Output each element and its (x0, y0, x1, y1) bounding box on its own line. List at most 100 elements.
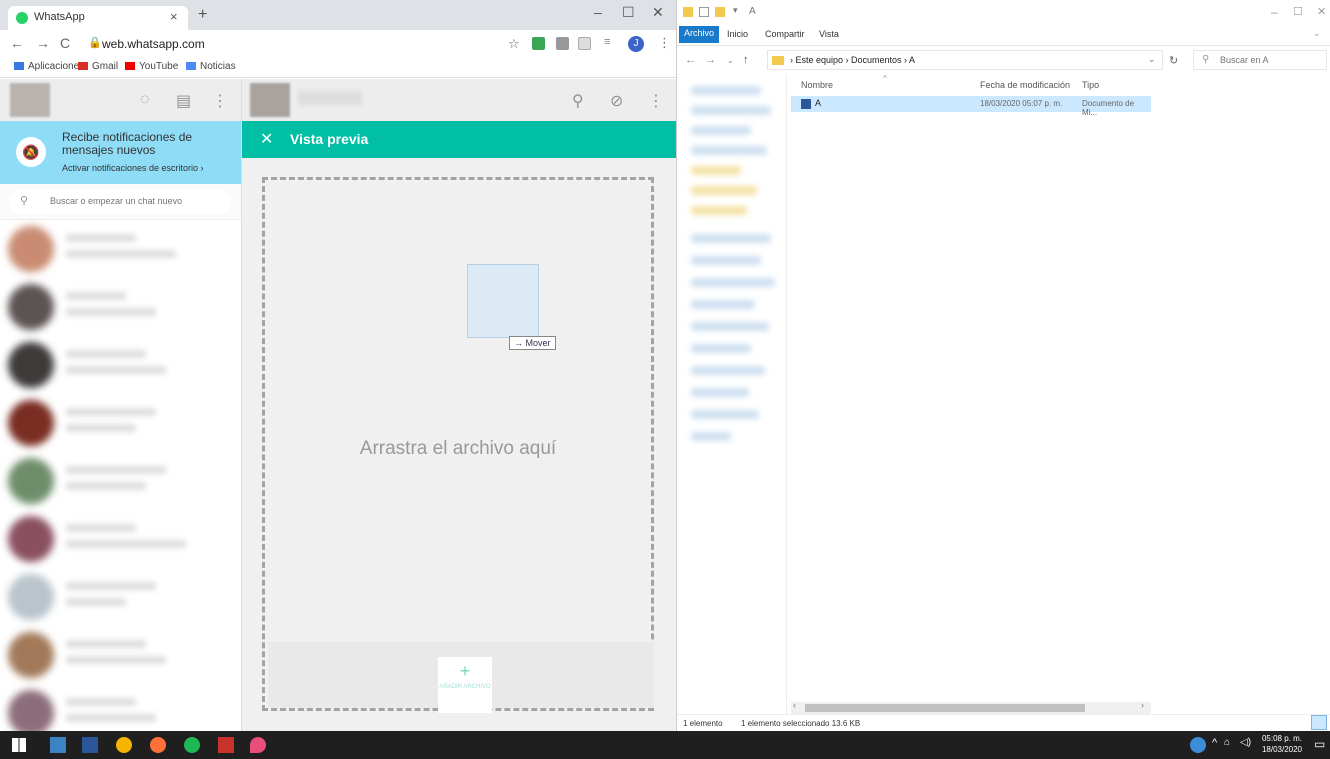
bookmark-gmail[interactable]: Gmail (78, 61, 118, 72)
tab-title: WhatsApp (34, 11, 85, 23)
chat-blur (66, 640, 146, 648)
tab-vista[interactable]: Vista (819, 29, 839, 39)
bookmark-star-icon[interactable]: ☆ (508, 36, 520, 52)
breadcrumb[interactable]: › Este equipo › Documentos › A (790, 55, 915, 65)
close-window-button[interactable]: ✕ (652, 4, 664, 21)
clock-date[interactable]: 18/03/2020 (1256, 745, 1308, 754)
forward-button[interactable]: → (36, 35, 50, 51)
menu-dots-icon[interactable]: ⋮ (212, 91, 228, 111)
back-button[interactable]: ← (10, 35, 24, 51)
volume-icon[interactable]: ◁) (1240, 737, 1251, 748)
address-bar[interactable]: 🔒 web.whatsapp.com (82, 33, 512, 55)
quick-access-dropdown-icon[interactable]: ▾ (733, 5, 738, 16)
status-icon[interactable]: ◌ (140, 91, 150, 109)
search-input[interactable] (48, 195, 218, 207)
nav-item-blur (691, 86, 761, 95)
scroll-thumb[interactable] (805, 704, 1085, 712)
add-file-button[interactable]: + AÑADIR ARCHIVO (438, 657, 492, 713)
file-drop-zone[interactable]: → Mover Arrastra el archivo aquí + AÑADI… (262, 177, 654, 713)
network-icon[interactable]: ⌂ (1224, 737, 1230, 748)
reading-list-icon[interactable]: ≡ (604, 36, 610, 48)
paint-taskbar-icon[interactable] (250, 737, 266, 753)
chevron-down-icon[interactable]: ⌄ (1148, 54, 1156, 65)
forward-button[interactable]: → (705, 54, 716, 66)
table-row[interactable]: A 18/03/2020 05:07 p. m. Documento de Mi… (791, 96, 1151, 117)
list-item[interactable] (0, 568, 241, 626)
list-item[interactable] (0, 336, 241, 394)
notification-banner[interactable]: 🔕 Recibe notificaciones de mensajes nuev… (0, 121, 241, 184)
list-item[interactable] (0, 626, 241, 684)
recent-dropdown-icon[interactable]: ⌄ (727, 56, 734, 65)
maximize-button[interactable]: ☐ (622, 4, 635, 21)
list-item[interactable] (0, 452, 241, 510)
maximize-button[interactable]: ☐ (1293, 5, 1303, 18)
menu-dots-icon[interactable]: ⋮ (658, 35, 671, 51)
bookmark-apps[interactable]: Aplicaciones (14, 61, 84, 72)
extension-square-icon[interactable] (578, 37, 591, 50)
nav-item-blur (691, 410, 759, 419)
firefox-taskbar-icon[interactable] (150, 737, 166, 753)
close-icon[interactable]: ✕ (260, 129, 273, 149)
avatar (8, 574, 54, 620)
search-input[interactable] (1218, 54, 1318, 66)
minimize-button[interactable]: – (594, 4, 602, 20)
tab-inicio[interactable]: Inicio (727, 29, 748, 39)
scroll-right-icon[interactable]: › (1141, 700, 1144, 710)
details-view-button[interactable] (1311, 715, 1327, 730)
horizontal-scrollbar[interactable]: ‹ › (791, 700, 1151, 714)
preview-title: Vista previa (290, 131, 369, 147)
word-taskbar-icon[interactable] (82, 737, 98, 753)
list-item[interactable] (0, 220, 241, 278)
list-item[interactable] (0, 394, 241, 452)
new-chat-icon[interactable]: ▤ (176, 91, 191, 111)
column-name[interactable]: Nombre (801, 80, 833, 90)
apps-grid-icon (14, 62, 24, 70)
column-modified[interactable]: Fecha de modificación (980, 80, 1070, 90)
new-tab-button[interactable]: + (198, 6, 207, 24)
search-icon[interactable]: ⚲ (572, 91, 584, 111)
address-box[interactable]: › Este equipo › Documentos › A ⌄ (767, 50, 1163, 70)
clock-time[interactable]: 05:08 p. m. (1256, 734, 1308, 743)
chat-blur (66, 250, 176, 258)
powerpoint-taskbar-icon[interactable] (218, 737, 234, 753)
tray-chevron-up-icon[interactable]: ^ (1212, 737, 1217, 749)
close-tab-icon[interactable]: × (170, 9, 178, 24)
list-item[interactable] (0, 684, 241, 731)
chevron-down-icon[interactable]: ⌄ (1313, 28, 1321, 39)
navigation-pane[interactable] (677, 74, 787, 714)
tab-whatsapp[interactable]: WhatsApp × (8, 6, 188, 30)
windows-start-icon[interactable] (12, 738, 26, 752)
new-folder-icon[interactable] (715, 7, 725, 17)
list-item[interactable] (0, 510, 241, 568)
profile-avatar[interactable]: J (628, 36, 644, 52)
avatar[interactable] (10, 83, 50, 117)
action-center-icon[interactable]: ▭ (1314, 737, 1325, 751)
spotify-taskbar-icon[interactable] (184, 737, 200, 753)
bookmark-youtube[interactable]: YouTube (125, 61, 178, 72)
properties-icon[interactable] (699, 7, 709, 17)
back-button[interactable]: ← (685, 54, 696, 66)
extension-gray-icon[interactable] (556, 37, 569, 50)
chat-blur (66, 408, 156, 416)
tab-archivo[interactable]: Archivo (679, 26, 720, 43)
file-explorer-taskbar-icon[interactable] (50, 737, 66, 753)
list-item[interactable] (0, 278, 241, 336)
extension-green-icon[interactable] (532, 37, 545, 50)
attach-icon[interactable]: ⊘ (610, 91, 623, 111)
menu-dots-icon[interactable]: ⋮ (648, 91, 664, 111)
bookmark-news[interactable]: Noticias (186, 61, 236, 72)
refresh-icon[interactable]: ↻ (1169, 54, 1178, 67)
nav-item-blur (691, 256, 761, 265)
avatar[interactable] (250, 83, 290, 117)
enable-notifications-link[interactable]: Activar notificaciones de escritorio › (62, 163, 204, 173)
column-type[interactable]: Tipo (1082, 80, 1099, 90)
tab-compartir[interactable]: Compartir (765, 29, 805, 39)
close-window-button[interactable]: ✕ (1317, 5, 1326, 18)
drop-instruction: Arrastra el archivo aquí (359, 438, 557, 459)
reload-button[interactable]: C (60, 35, 70, 51)
help-tray-icon[interactable] (1190, 737, 1206, 753)
scroll-left-icon[interactable]: ‹ (793, 700, 796, 710)
chrome-taskbar-icon[interactable] (116, 737, 132, 753)
minimize-button[interactable]: – (1271, 5, 1278, 19)
up-button[interactable]: ↑ (743, 54, 749, 66)
